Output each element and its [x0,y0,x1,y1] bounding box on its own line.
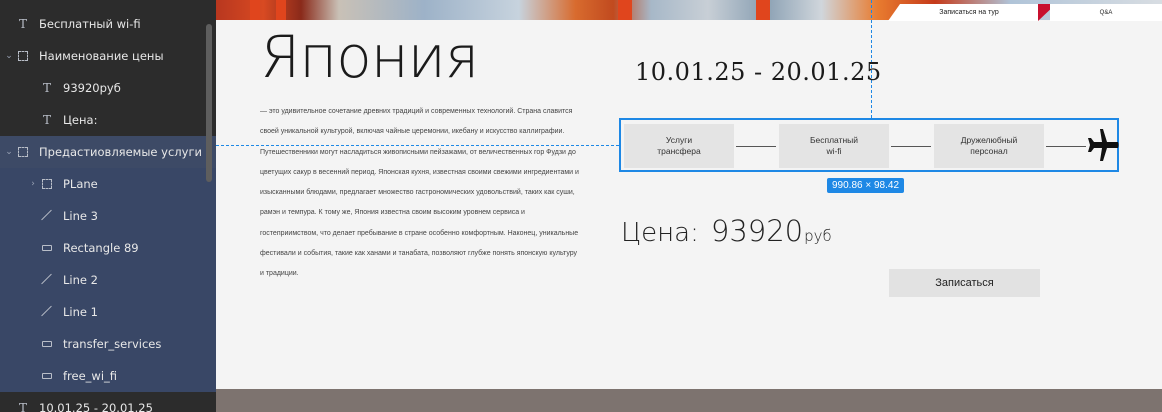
layer-label: transfer_services [63,337,162,351]
frame-icon [42,179,52,189]
layer-label: Предастиовляемые услуги [39,145,202,159]
frame-icon [18,51,28,61]
service-transfer-line1: Услуги [665,135,693,145]
service-transfer: Услуги трансфера [624,124,734,168]
page-title: Япония [260,23,479,91]
text-layer-icon: T [42,113,51,127]
service-staff-line1: Дружелюбный [960,135,1018,145]
layer-row[interactable]: Line 3 [0,200,216,232]
book-button[interactable]: Записаться [889,269,1040,297]
layer-row[interactable]: T 10.01.25 - 20.01.25 [0,392,216,412]
line-2 [891,146,931,147]
layer-row[interactable]: Line 1 [0,296,216,328]
layer-row[interactable]: Line 2 [0,264,216,296]
page-frame: Записаться на тур Q&A Япония 10.01.25 - … [216,0,1162,389]
chevron-down-icon[interactable]: ⌄ [4,147,14,157]
layer-row[interactable]: free_wi_fi [0,360,216,392]
service-wifi-line2: wi-fi [826,146,842,156]
rectangle-icon [42,373,52,379]
layer-label: 10.01.25 - 20.01.25 [39,401,153,412]
layer-label: 93920руб [63,81,121,95]
text-layer-icon: T [18,401,27,412]
layer-label: Rectangle 89 [63,241,139,255]
layer-row[interactable]: Rectangle 89 [0,232,216,264]
service-staff: Дружелюбный персонал [934,124,1044,168]
selection-size-badge: 990.86 × 98.42 [827,178,905,193]
layer-row[interactable]: ⌄ Предастиовляемые услуги [0,136,216,168]
line-icon [40,209,52,221]
line-1 [736,146,776,147]
nav-tab-qa[interactable]: Q&A [1050,4,1162,21]
layers-scrollbar[interactable] [206,24,212,182]
description-text: — это удивительное сочетание древних тра… [260,108,579,278]
tour-dates: 10.01.25 - 20.01.25 [635,58,882,86]
service-transfer-line2: трансфера [657,146,701,156]
design-canvas[interactable]: Записаться на тур Q&A Япония 10.01.25 - … [216,0,1162,412]
chevron-down-icon[interactable]: ⌄ [4,51,14,61]
layer-label: Line 1 [63,305,98,319]
text-layer-icon: T [42,81,51,95]
rectangle-icon [42,341,52,347]
line-icon [40,273,52,285]
service-staff-line2: персонал [970,146,1008,156]
layer-row[interactable]: T Бесплатный wi-fi [0,8,216,40]
nav-tabs: Записаться на тур Q&A [888,4,1162,21]
layer-label: free_wi_fi [63,369,118,383]
airplane-icon [1088,129,1119,161]
layer-row[interactable]: T 93920руб [0,72,216,104]
line-3 [1046,146,1086,147]
services-frame[interactable]: Услуги трансфера Бесплатный wi-fi Дружелюб… [619,118,1119,172]
service-wifi-line1: Бесплатный [809,135,859,145]
layer-row[interactable]: ⌄ Наименование цены [0,40,216,72]
rectangle-icon [42,245,52,251]
price-block: Цена: 93920 руб [621,214,832,248]
layer-label: Line 2 [63,273,98,287]
footer-strip [216,389,1162,412]
layer-label: PLane [63,177,98,191]
price-value: 93920 [710,214,804,248]
price-currency: руб [804,227,832,245]
layer-label: Бесплатный wi-fi [39,17,141,31]
layer-label: Наименование цены [39,49,164,63]
layers-panel: T Бесплатный wi-fi ⌄ Наименование цены T 9392… [0,0,216,412]
layer-row[interactable]: T Цена: [0,104,216,136]
nav-tab-tour[interactable]: Записаться на тур [888,4,1038,21]
price-label: Цена: [621,218,699,248]
line-icon [40,305,52,317]
layer-row[interactable]: transfer_services [0,328,216,360]
layer-label: Line 3 [63,209,98,223]
frame-icon [18,147,28,157]
layer-row[interactable]: › PLane [0,168,216,200]
layer-label: Цена: [63,113,98,127]
text-layer-icon: T [18,17,27,31]
chevron-right-icon[interactable]: › [28,179,38,189]
service-wifi: Бесплатный wi-fi [779,124,889,168]
